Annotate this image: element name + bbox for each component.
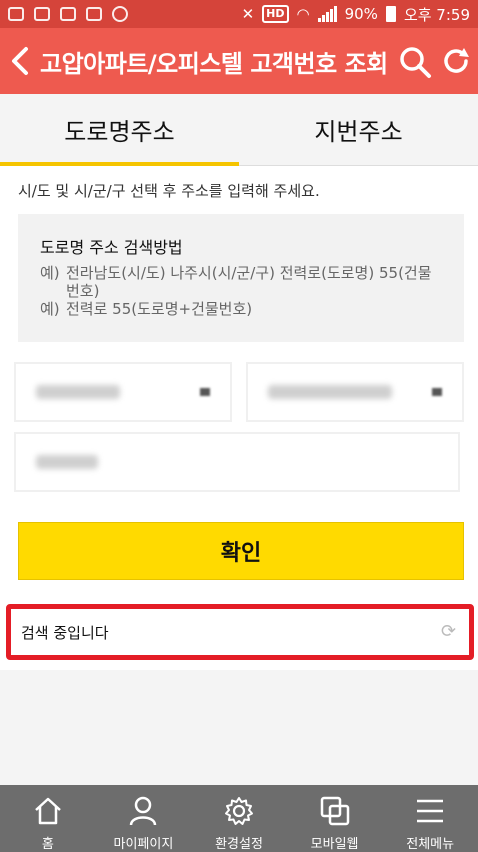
wifi-icon: ◠ (296, 5, 310, 23)
mobile-web-icon (320, 796, 349, 826)
home-icon (34, 797, 61, 825)
battery-percent: 90% (344, 5, 378, 23)
search-form: 시/도 및 시/군/구 선택 후 주소를 입력해 주세요. 도로명 주소 검색방… (0, 166, 478, 670)
battery-icon (385, 6, 396, 22)
status-bar: ✕ HD ◠ 90% 오후 7:59 (0, 0, 478, 28)
hd-badge: HD (262, 5, 289, 23)
menu-icon (417, 799, 444, 823)
instruction-text: 시/도 및 시/군/구 선택 후 주소를 입력해 주세요. (18, 182, 320, 200)
download-icon (60, 7, 76, 21)
search-icon[interactable] (398, 45, 432, 79)
address-type-tabs: 도로명주소 지번주소 (0, 94, 478, 166)
confirm-button[interactable]: 확인 (18, 522, 464, 580)
search-guide-box: 도로명 주소 검색방법 예) 전라남도(시/도) 나주시(시/군/구) 전력로(… (18, 214, 464, 342)
nav-home[interactable]: 홈 (0, 785, 96, 852)
page-title: 고압아파트/오피스텔 고객번호 조회 (40, 49, 388, 78)
nav-all-menu[interactable]: 전체메뉴 (382, 785, 478, 852)
nav-mobile-web[interactable]: 모바일웹 (287, 785, 383, 852)
notification-icon (34, 7, 50, 21)
image-icon (86, 7, 102, 21)
guide-title: 도로명 주소 검색방법 (40, 238, 183, 257)
gear-icon (224, 797, 253, 825)
mute-icon: ✕ (241, 5, 255, 23)
loading-icon: ⟳ (441, 621, 457, 642)
address-input[interactable] (14, 432, 460, 492)
app-icon (112, 6, 128, 22)
back-button[interactable] (0, 28, 40, 94)
search-status: 검색 중입니다 ⟳ (6, 604, 474, 660)
app-header: 고압아파트/오피스텔 고객번호 조회 (0, 28, 478, 94)
redacted-value (268, 385, 392, 399)
city-select[interactable] (246, 362, 464, 422)
redacted-value (36, 385, 120, 399)
dropdown-arrow-icon (200, 388, 210, 396)
person-icon (130, 796, 157, 826)
nav-settings[interactable]: 환경설정 (191, 785, 287, 852)
dropdown-arrow-icon (432, 388, 442, 396)
nav-mypage[interactable]: 마이페이지 (96, 785, 192, 852)
clock: 오후 7:59 (403, 5, 470, 24)
tab-road-address[interactable]: 도로명주소 (0, 94, 239, 166)
guide-example: 예) 전라남도(시/도) 나주시(시/군/구) 전력로(도로명) 55(건물번호… (40, 264, 432, 300)
message-icon (8, 7, 24, 21)
status-text: 검색 중입니다 (21, 623, 109, 642)
bottom-navigation: 홈 마이페이지 환경설정 모바일웹 전체메뉴 (0, 785, 478, 852)
province-select[interactable] (14, 362, 232, 422)
tab-lot-address[interactable]: 지번주소 (239, 94, 478, 165)
chevron-left-icon (12, 47, 28, 75)
refresh-icon[interactable] (440, 45, 472, 77)
guide-example: 예) 전력로 55(도로명+건물번호) (40, 300, 253, 318)
redacted-value (36, 455, 98, 469)
signal-icon (317, 6, 337, 22)
